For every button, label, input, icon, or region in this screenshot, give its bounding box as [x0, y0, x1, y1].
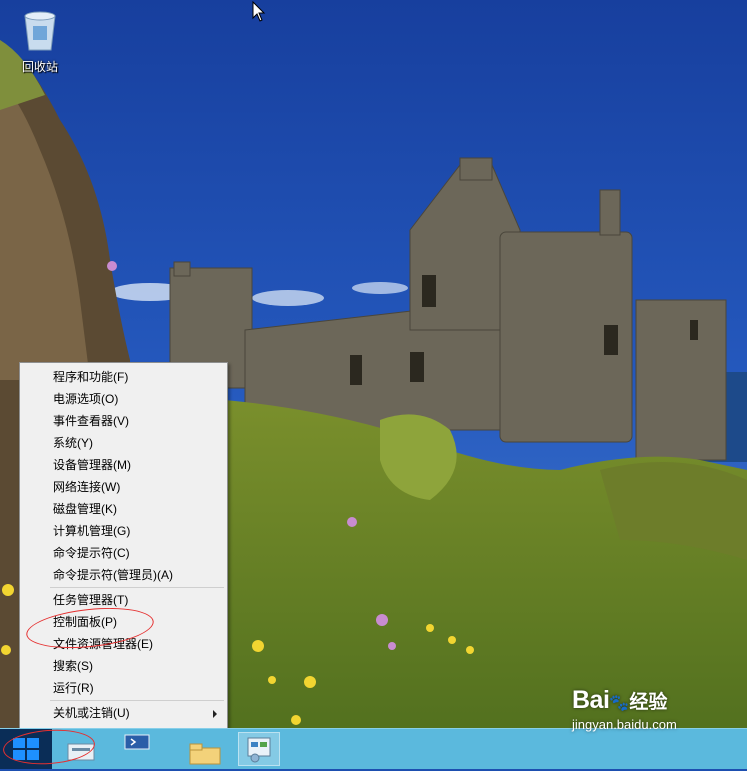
context-menu-item-label: 系统(Y)	[53, 436, 93, 450]
watermark-jingyan-text: 经验	[629, 692, 668, 713]
context-menu-item-label: 网络连接(W)	[53, 480, 121, 494]
recycle-bin-icon	[20, 6, 60, 52]
context-menu-item-label: 程序和功能(F)	[53, 370, 129, 384]
context-menu-item[interactable]: 计算机管理(G)	[20, 520, 227, 542]
recycle-bin-label: 回收站	[21, 60, 58, 74]
context-menu-item[interactable]: 运行(R)	[20, 677, 227, 699]
taskbar	[0, 728, 747, 769]
context-menu-item[interactable]: 文件资源管理器(E)	[20, 633, 227, 655]
file-explorer-taskbar-button[interactable]	[182, 732, 226, 766]
control-panel-icon	[247, 737, 271, 763]
context-menu-item-label: 关机或注销(U)	[53, 706, 130, 720]
context-menu-item[interactable]: 命令提示符(管理员)(A)	[20, 564, 227, 586]
watermark-logo: Bai🐾经验	[572, 686, 677, 715]
context-menu-item[interactable]: 任务管理器(T)	[20, 589, 227, 611]
context-menu-item-label: 设备管理器(M)	[53, 458, 131, 472]
context-menu-item-label: 事件查看器(V)	[53, 414, 129, 428]
context-menu-item-label: 命令提示符(C)	[53, 546, 130, 560]
baidu-jingyan-watermark: Bai🐾经验 jingyan.baidu.com	[572, 686, 677, 732]
watermark-logo-text: Bai	[572, 686, 610, 714]
context-menu-item-label: 计算机管理(G)	[53, 524, 131, 538]
context-menu-item[interactable]: 控制面板(P)	[20, 611, 227, 633]
context-menu-item-label: 运行(R)	[53, 681, 94, 695]
windows-logo-icon	[13, 738, 39, 760]
menu-separator	[50, 700, 224, 701]
context-menu-item-label: 电源选项(O)	[53, 392, 119, 406]
context-menu-item-label: 控制面板(P)	[53, 615, 117, 629]
context-menu-item[interactable]: 程序和功能(F)	[20, 366, 227, 388]
context-menu-item-label: 磁盘管理(K)	[53, 502, 117, 516]
context-menu-item[interactable]: 设备管理器(M)	[20, 454, 227, 476]
context-menu-item-label: 命令提示符(管理员)(A)	[53, 568, 173, 582]
powershell-icon	[124, 734, 150, 750]
context-menu-item[interactable]: 电源选项(O)	[20, 388, 227, 410]
context-menu-item-label: 任务管理器(T)	[53, 593, 129, 607]
menu-separator	[50, 587, 224, 588]
context-menu-item[interactable]: 事件查看器(V)	[20, 410, 227, 432]
mouse-cursor-icon	[252, 0, 266, 23]
start-button[interactable]	[0, 729, 52, 769]
context-menu-item-label: 文件资源管理器(E)	[53, 637, 153, 651]
context-menu-item[interactable]: 关机或注销(U)	[20, 702, 227, 724]
win-x-context-menu: 程序和功能(F) 电源选项(O) 事件查看器(V) 系统(Y) 设备管理器(M) 网络连接…	[19, 362, 228, 748]
context-menu-item[interactable]: 磁盘管理(K)	[20, 498, 227, 520]
paw-icon: 🐾	[609, 695, 630, 712]
context-menu-item[interactable]: 系统(Y)	[20, 432, 227, 454]
context-menu-item[interactable]: 命令提示符(C)	[20, 542, 227, 564]
server-manager-icon	[67, 743, 95, 761]
server-manager-taskbar-button[interactable]	[60, 732, 102, 766]
context-menu-item[interactable]: 搜索(S)	[20, 655, 227, 677]
recycle-bin-shortcut[interactable]: 回收站	[14, 6, 66, 75]
watermark-url: jingyan.baidu.com	[572, 717, 677, 732]
context-menu-item-label: 搜索(S)	[53, 659, 93, 673]
submenu-arrow-icon	[213, 710, 217, 718]
folder-icon	[189, 743, 221, 765]
context-menu-item[interactable]: 网络连接(W)	[20, 476, 227, 498]
powershell-taskbar-button[interactable]	[116, 732, 158, 766]
control-panel-taskbar-button[interactable]	[238, 732, 280, 766]
